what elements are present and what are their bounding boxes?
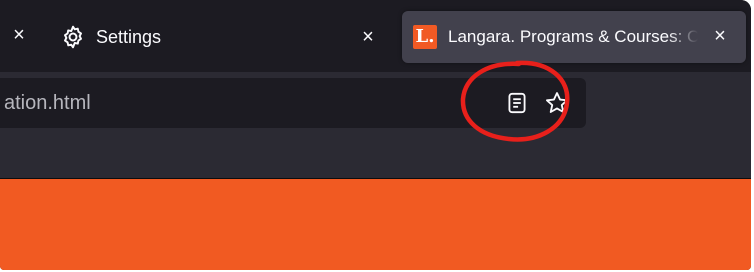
- tab-langara[interactable]: L. Langara. Programs & Courses: C ×: [402, 11, 746, 63]
- tab-settings-label: Settings: [96, 27, 162, 47]
- bookmarks-toolbar: [0, 134, 751, 179]
- tab-bar: × Settings × L. Langara. Programs & Cour…: [0, 0, 751, 72]
- close-tab-button[interactable]: ×: [8, 24, 30, 46]
- tab-settings[interactable]: Settings ×: [56, 16, 396, 60]
- langara-favicon-icon: L.: [413, 25, 437, 49]
- navigation-bar: ation.html: [0, 72, 751, 134]
- annotation-red-circle: [460, 60, 570, 142]
- page-content: [0, 179, 751, 270]
- url-text[interactable]: ation.html: [4, 92, 91, 115]
- browser-window: × Settings × L. Langara. Programs & Cour…: [0, 0, 751, 270]
- close-langara-tab-button[interactable]: ×: [708, 24, 732, 48]
- gear-icon: [64, 25, 82, 49]
- close-settings-tab-button[interactable]: ×: [356, 25, 380, 49]
- tab-langara-title: Langara. Programs & Courses: C: [448, 27, 698, 46]
